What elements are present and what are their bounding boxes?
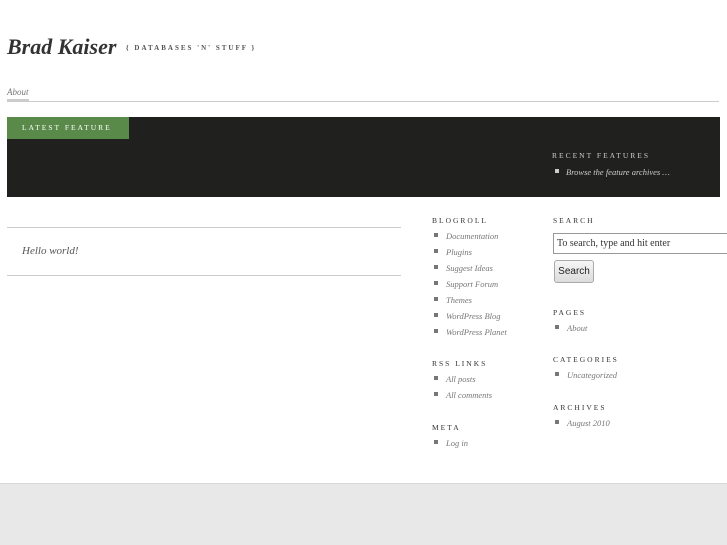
blogroll-item: WordPress Planet bbox=[432, 324, 507, 340]
blogroll-item: Documentation bbox=[432, 228, 507, 244]
pages-item: About bbox=[553, 320, 587, 336]
archives-link-august-2010[interactable]: August 2010 bbox=[567, 418, 610, 428]
bullet-icon bbox=[434, 392, 438, 396]
post-divider-top bbox=[7, 227, 401, 228]
blogroll-link-themes[interactable]: Themes bbox=[446, 295, 472, 305]
site-title: Brad Kaiser { databases 'n' stuff } bbox=[7, 34, 256, 60]
bullet-icon bbox=[555, 169, 559, 173]
blogroll-link-suggest-ideas[interactable]: Suggest Ideas bbox=[446, 263, 493, 273]
search-input[interactable] bbox=[553, 233, 727, 254]
rss-item: All comments bbox=[432, 387, 492, 403]
bullet-icon bbox=[434, 329, 438, 333]
meta-link-log-in[interactable]: Log in bbox=[446, 438, 468, 448]
rss-link-all-posts[interactable]: All posts bbox=[446, 374, 476, 384]
bullet-icon bbox=[434, 281, 438, 285]
categories-link-uncategorized[interactable]: Uncategorized bbox=[567, 370, 617, 380]
footer bbox=[0, 483, 727, 545]
search-title: Search bbox=[553, 216, 595, 225]
meta-title: Meta bbox=[432, 423, 461, 432]
bullet-icon bbox=[434, 249, 438, 253]
blogroll-list: Documentation Plugins Suggest Ideas Supp… bbox=[432, 228, 507, 340]
archives-item: August 2010 bbox=[553, 415, 610, 431]
bullet-icon bbox=[555, 420, 559, 424]
bullet-icon bbox=[434, 233, 438, 237]
site-description: { databases 'n' stuff } bbox=[125, 44, 257, 52]
blogroll-link-wordpress-blog[interactable]: WordPress Blog bbox=[446, 311, 501, 321]
bullet-icon bbox=[434, 440, 438, 444]
bullet-icon bbox=[555, 325, 559, 329]
recent-features-link[interactable]: Browse the feature archives … bbox=[566, 167, 670, 177]
site-title-link[interactable]: Brad Kaiser bbox=[7, 34, 116, 59]
rss-links-list: All posts All comments bbox=[432, 371, 492, 403]
nav-divider bbox=[7, 101, 719, 102]
rss-links-title: RSS Links bbox=[432, 359, 488, 368]
pages-list: About bbox=[553, 320, 587, 336]
rss-link-all-comments[interactable]: All comments bbox=[446, 390, 492, 400]
nav-item-about[interactable]: About bbox=[7, 87, 29, 97]
pages-link-about[interactable]: About bbox=[567, 323, 587, 333]
blogroll-link-documentation[interactable]: Documentation bbox=[446, 231, 498, 241]
recent-features-item[interactable]: Browse the feature archives … bbox=[555, 167, 670, 177]
rss-item: All posts bbox=[432, 371, 492, 387]
bullet-icon bbox=[434, 265, 438, 269]
archives-list: August 2010 bbox=[553, 415, 610, 431]
latest-feature-tab[interactable]: Latest Feature bbox=[7, 117, 129, 139]
blogroll-item: WordPress Blog bbox=[432, 308, 507, 324]
categories-list: Uncategorized bbox=[553, 367, 617, 383]
blogroll-item: Themes bbox=[432, 292, 507, 308]
post-divider-bottom bbox=[7, 275, 401, 276]
bullet-icon bbox=[434, 297, 438, 301]
page: Brad Kaiser { databases 'n' stuff } Abou… bbox=[0, 0, 727, 545]
blogroll-title: Blogroll bbox=[432, 216, 488, 225]
blogroll-link-support-forum[interactable]: Support Forum bbox=[446, 279, 498, 289]
archives-title: Archives bbox=[553, 403, 607, 412]
categories-title: Categories bbox=[553, 355, 619, 364]
blogroll-item: Suggest Ideas bbox=[432, 260, 507, 276]
bullet-icon bbox=[434, 376, 438, 380]
meta-list: Log in bbox=[432, 435, 468, 451]
blogroll-link-wordpress-planet[interactable]: WordPress Planet bbox=[446, 327, 507, 337]
meta-item: Log in bbox=[432, 435, 468, 451]
feature-band: Latest Feature Recent Features Browse th… bbox=[7, 117, 720, 197]
blogroll-item: Plugins bbox=[432, 244, 507, 260]
pages-title: Pages bbox=[553, 308, 587, 317]
recent-features-title: Recent Features bbox=[552, 151, 650, 160]
categories-item: Uncategorized bbox=[553, 367, 617, 383]
bullet-icon bbox=[434, 313, 438, 317]
blogroll-item: Support Forum bbox=[432, 276, 507, 292]
blogroll-link-plugins[interactable]: Plugins bbox=[446, 247, 472, 257]
bullet-icon bbox=[555, 372, 559, 376]
search-button[interactable]: Search bbox=[554, 260, 594, 283]
post-title-link[interactable]: Hello world! bbox=[22, 245, 79, 257]
